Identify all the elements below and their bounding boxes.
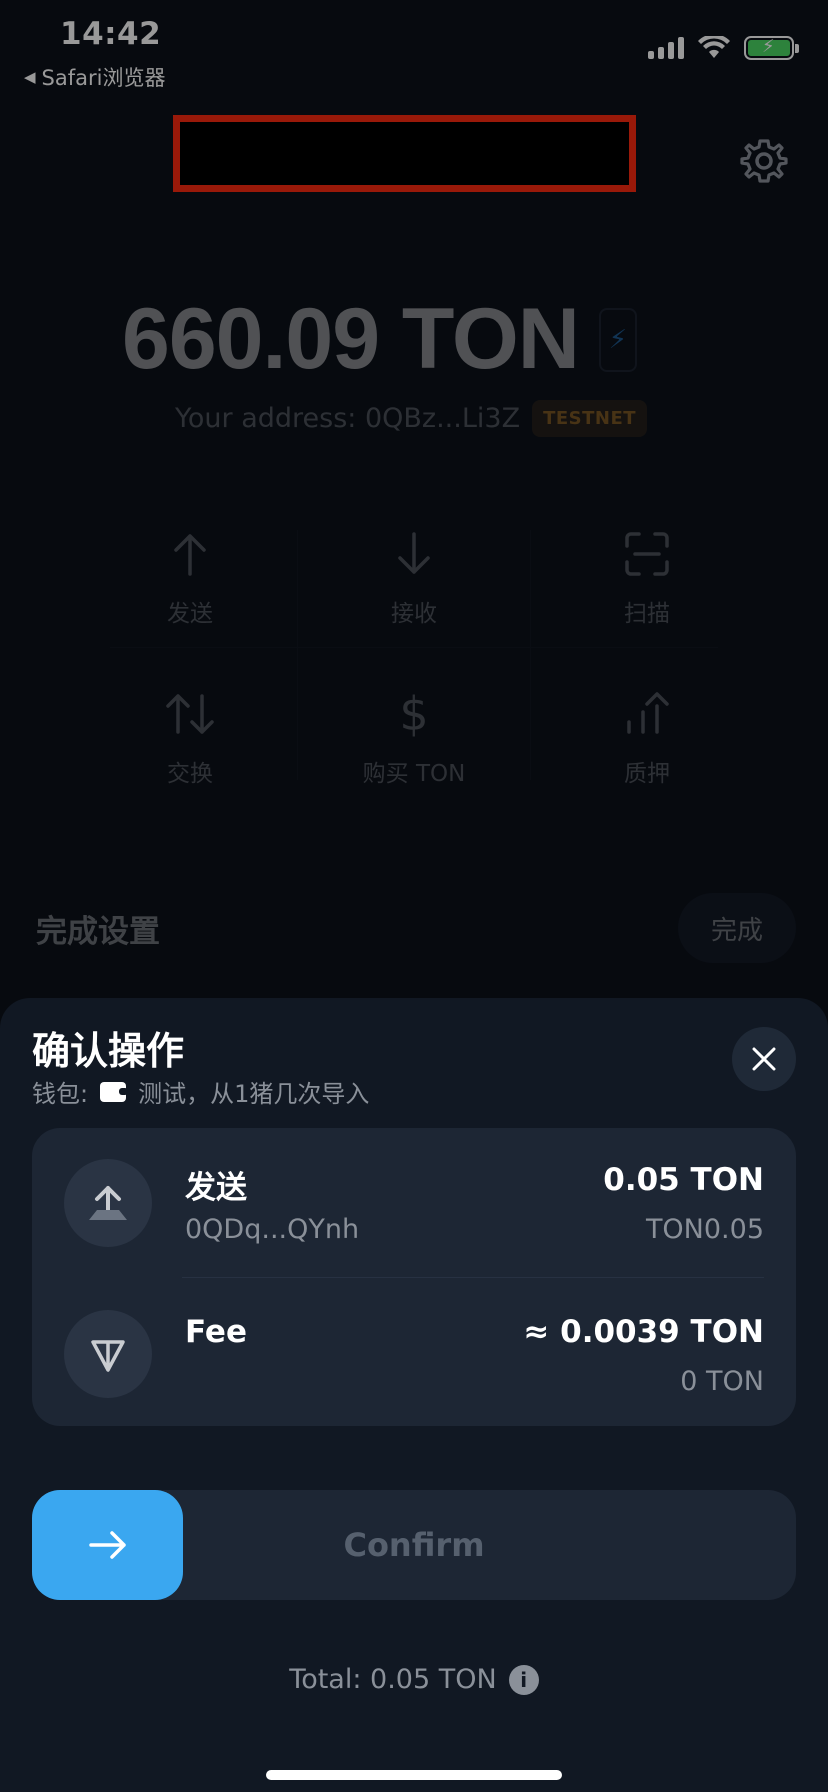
wallet-icon (100, 1081, 129, 1102)
sheet-wallet-info: 钱包: 测试，从1猪几次导入 (32, 1074, 369, 1109)
fee-amount-sub: 0 TON (680, 1366, 764, 1397)
sheet-title: 确认操作 (32, 1029, 185, 1073)
total-row: Total: 0.05 TON i (0, 1664, 828, 1695)
confirm-sheet: 确认操作 钱包: 测试，从1猪几次导入 发送 0QDq...QYnh 0.05 … (0, 998, 828, 1792)
send-row: 发送 0QDq...QYnh 0.05 TON TON0.05 (32, 1128, 796, 1278)
arrow-right-icon (88, 1531, 126, 1559)
fee-amount: ≈ 0.0039 TON (523, 1314, 764, 1350)
send-recipient: 0QDq...QYnh (185, 1214, 360, 1245)
send-icon (64, 1159, 152, 1247)
close-button[interactable] (732, 1027, 796, 1091)
total-label: Total: 0.05 TON (289, 1664, 497, 1695)
send-title: 发送 (185, 1170, 247, 1206)
wallet-prefix: 钱包: (32, 1080, 89, 1108)
send-amount: 0.05 TON (603, 1162, 764, 1198)
transaction-card: 发送 0QDq...QYnh 0.05 TON TON0.05 Fee ≈ 0.… (32, 1128, 796, 1426)
close-icon (752, 1047, 776, 1071)
fee-title: Fee (185, 1314, 247, 1350)
info-icon[interactable]: i (508, 1664, 539, 1695)
ton-logo-icon (64, 1310, 152, 1398)
home-indicator[interactable] (266, 1770, 562, 1780)
confirm-slider-handle[interactable] (32, 1490, 183, 1600)
send-amount-sub: TON0.05 (645, 1214, 764, 1245)
confirm-slider[interactable]: Confirm (32, 1490, 796, 1600)
wallet-name: 测试，从1猪几次导入 (138, 1080, 370, 1108)
fee-row: Fee ≈ 0.0039 TON 0 TON (32, 1278, 796, 1428)
